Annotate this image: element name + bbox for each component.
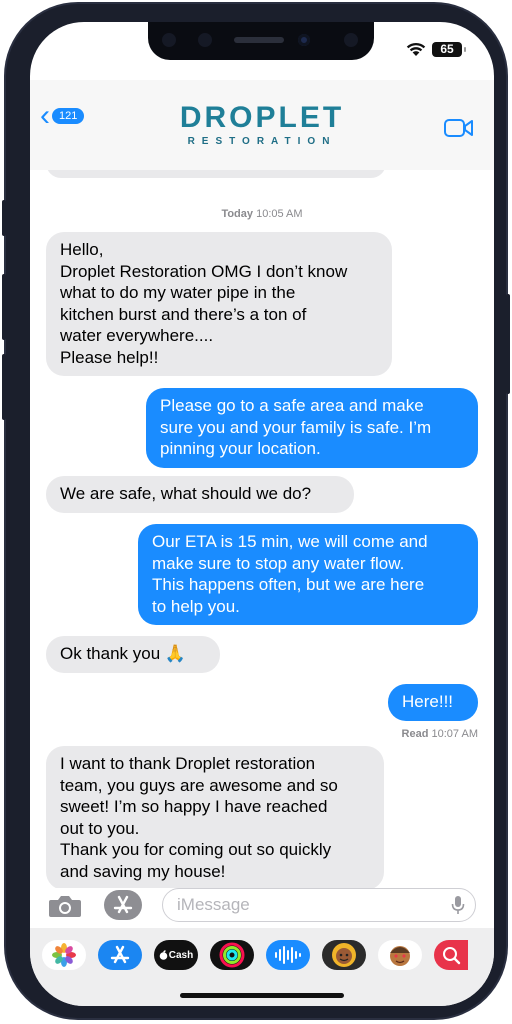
app-store-app-button[interactable] — [98, 940, 142, 970]
volume-up-button — [2, 274, 6, 340]
phone-frame: 65 ‹ 121 DROPLET RESTORATION Today 10:05… — [2, 4, 510, 1018]
status-bar-right: 65 — [406, 42, 466, 57]
incoming-message[interactable]: I want to thank Droplet restoration team… — [46, 746, 384, 888]
read-receipt: Read 10:07 AM — [402, 728, 478, 740]
logo-wordmark: DROPLET — [179, 101, 345, 134]
timestamp-day: Today — [221, 208, 254, 220]
apple-cash-app-button[interactable]: Cash — [154, 940, 198, 970]
memoji-stickers-app-2-button[interactable] — [378, 940, 422, 970]
screen: 65 ‹ 121 DROPLET RESTORATION Today 10:05… — [30, 22, 494, 1006]
app-store-icon — [110, 945, 130, 964]
message-timestamp: Today 10:05 AM — [30, 208, 494, 220]
memoji-icon — [332, 943, 356, 967]
memoji-stickers-app-button[interactable] — [322, 940, 366, 970]
cash-label: Cash — [168, 949, 194, 961]
power-button — [506, 294, 510, 394]
incoming-message[interactable]: Hello, Droplet Restoration OMG I don’t k… — [46, 232, 392, 376]
photos-icon — [52, 943, 76, 967]
photos-app-button[interactable] — [42, 940, 86, 970]
home-indicator[interactable] — [180, 993, 344, 998]
silent-switch — [2, 200, 6, 236]
battery-indicator: 65 — [432, 42, 466, 57]
front-camera — [298, 34, 310, 46]
app-store-icon — [113, 895, 133, 914]
logo-tagline: RESTORATION — [187, 136, 337, 147]
globe-search-icon — [443, 947, 461, 965]
timestamp-time: 10:05 AM — [256, 208, 303, 220]
facetime-video-icon[interactable] — [444, 118, 474, 138]
speaker — [234, 37, 284, 43]
notch — [148, 22, 374, 60]
outgoing-message[interactable]: Here!!! — [388, 684, 478, 721]
incoming-message[interactable]: Ok thank you 🙏 — [46, 636, 220, 673]
activity-app-button[interactable] — [210, 940, 254, 970]
outgoing-message[interactable]: Our ETA is 15 min, we will come and make… — [138, 524, 478, 625]
audio-message-app-button[interactable] — [266, 940, 310, 970]
microphone-icon[interactable] — [451, 895, 465, 915]
volume-down-button — [2, 354, 6, 420]
activity-rings-icon — [219, 942, 245, 968]
conversation-header: ‹ 121 DROPLET RESTORATION — [30, 80, 494, 170]
imessage-field[interactable] — [162, 888, 476, 922]
web-images-app-button[interactable] — [434, 940, 468, 970]
outgoing-message[interactable]: Please go to a safe area and make sure y… — [146, 388, 478, 468]
waveform-icon — [275, 946, 301, 964]
message-input[interactable] — [175, 889, 439, 921]
message-list[interactable]: Today 10:05 AM Hello, Droplet Restoratio… — [30, 170, 494, 888]
read-label: Read — [401, 728, 429, 740]
wifi-icon — [406, 42, 426, 56]
previous-message-bubble — [46, 170, 386, 178]
compose-bar — [30, 888, 494, 928]
incoming-message[interactable]: We are safe, what should we do? — [46, 476, 354, 513]
memoji-love-icon — [390, 946, 410, 966]
camera-icon[interactable] — [48, 894, 82, 918]
apps-button[interactable] — [104, 890, 142, 920]
contact-logo[interactable]: DROPLET RESTORATION — [30, 101, 494, 148]
read-time: 10:07 AM — [431, 728, 478, 740]
apple-logo-icon — [159, 950, 168, 960]
